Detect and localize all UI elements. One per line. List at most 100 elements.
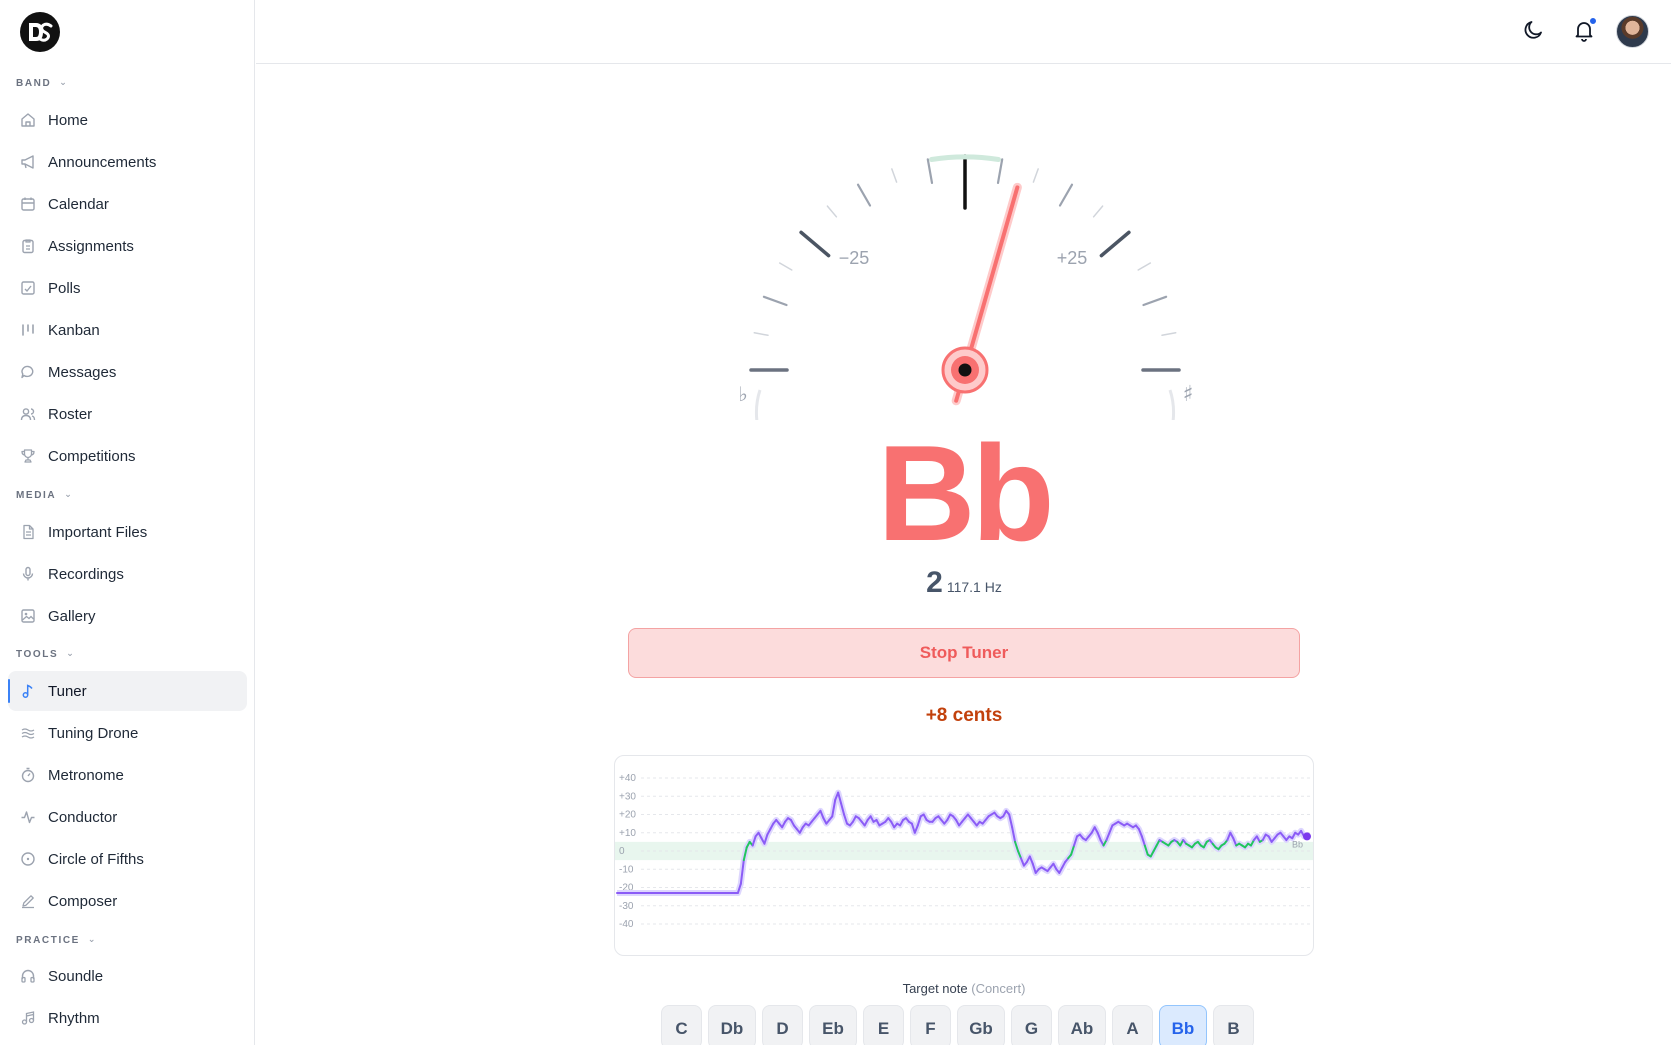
target-note-button-ab[interactable]: Ab	[1058, 1005, 1106, 1045]
pitch-history-plot: +40+30+20+100-10-20-30-40Bb	[615, 773, 1313, 930]
gauge-tick	[1058, 183, 1074, 207]
chevron-down-icon: ⌄	[87, 934, 98, 944]
music-notes-icon	[21, 1011, 35, 1025]
sidebar-item-label: Tuning Drone	[48, 724, 139, 742]
sidebar-item-kanban[interactable]: Kanban	[8, 310, 247, 350]
sidebar-item-label: Metronome	[48, 766, 124, 784]
gauge-minus-label: −25	[839, 248, 870, 268]
target-note-button-bb[interactable]: Bb	[1159, 1005, 1207, 1045]
sidebar-item-gallery[interactable]: Gallery	[8, 596, 247, 636]
moon-icon[interactable]	[1521, 18, 1545, 42]
top-bar	[256, 0, 1671, 64]
sidebar-item-tuner[interactable]: Tuner	[8, 671, 247, 711]
chevron-down-icon: ⌄	[59, 77, 69, 87]
section-label-media[interactable]: MEDIA ⌄	[16, 489, 74, 501]
target-note-button-gb[interactable]: Gb	[957, 1005, 1005, 1045]
sidebar-item-label: Competitions	[48, 447, 136, 465]
sidebar-item-label: Soundle	[48, 967, 104, 985]
y-tick-label: +40	[619, 773, 636, 784]
poll-icon	[21, 281, 35, 295]
file-icon	[23, 524, 34, 540]
target-note-button-g[interactable]: G	[1011, 1005, 1052, 1045]
pitch-history-chart: +40 +30 +20 +10 0 -10 -20 -30 -40 Bb	[614, 755, 1314, 956]
sidebar-item-label: Rhythm	[48, 1009, 100, 1027]
gauge-tick	[926, 158, 934, 185]
sidebar-item-messages[interactable]: Messages	[8, 352, 247, 392]
sidebar-item-competitions[interactable]: Competitions	[8, 436, 247, 476]
y-tick-label: -10	[619, 864, 634, 875]
target-note-button-eb[interactable]: Eb	[809, 1005, 857, 1045]
sidebar-item-conductor[interactable]: Conductor	[8, 797, 247, 837]
gauge-tick	[1137, 262, 1152, 271]
sidebar-item-assignments[interactable]: Assignments	[8, 226, 247, 266]
sidebar-item-label: Messages	[48, 363, 117, 381]
tuner-gauge: −25 +25 ♭ ♯	[738, 154, 1194, 420]
activity-icon	[21, 811, 35, 824]
circle-icon	[21, 852, 35, 866]
section-label-practice[interactable]: PRACTICE ⌄	[16, 934, 98, 946]
sidebar-item-label: Roster	[48, 405, 93, 423]
sidebar-item-tuning-drone[interactable]: Tuning Drone	[8, 713, 247, 753]
detected-note: Bb	[877, 417, 1054, 569]
timer-icon	[21, 767, 35, 783]
gauge-tick	[826, 205, 838, 218]
sidebar-item-polls[interactable]: Polls	[8, 268, 247, 308]
users-icon	[20, 408, 36, 421]
app-logo[interactable]	[20, 12, 60, 52]
gauge-tick	[1032, 168, 1039, 183]
sidebar-item-important-files[interactable]: Important Files	[8, 512, 247, 552]
gauge-tick	[799, 230, 831, 258]
gauge-tick	[996, 158, 1004, 185]
avatar[interactable]	[1616, 15, 1649, 48]
y-tick-label: -40	[619, 919, 634, 930]
calendar-icon	[21, 197, 35, 211]
message-icon	[21, 365, 34, 379]
sidebar-item-recordings[interactable]: Recordings	[8, 554, 247, 594]
gauge-plus-label: +25	[1057, 248, 1088, 268]
gauge-tick	[891, 168, 898, 183]
gauge-tick	[1099, 230, 1131, 258]
pen-icon	[22, 895, 34, 909]
sidebar-item-rhythm[interactable]: Rhythm	[8, 998, 247, 1038]
sidebar-item-circle-of-fifths[interactable]: Circle of Fifths	[8, 839, 247, 879]
current-point	[1303, 832, 1311, 841]
pitch-readout: 2 117.1 Hz	[864, 566, 1064, 600]
y-tick-label: +10	[619, 828, 636, 839]
sidebar-item-metronome[interactable]: Metronome	[8, 755, 247, 795]
stop-tuner-button[interactable]: Stop Tuner	[628, 628, 1300, 678]
sidebar-item-label: Kanban	[48, 321, 100, 339]
sidebar-item-composer[interactable]: Composer	[8, 881, 247, 921]
octave-number: 2	[926, 566, 943, 599]
sidebar-item-soundle[interactable]: Soundle	[8, 956, 247, 996]
target-note-button-e[interactable]: E	[863, 1005, 904, 1045]
sidebar-item-label: Gallery	[48, 607, 96, 625]
section-label-tools[interactable]: TOOLS ⌄	[16, 648, 75, 660]
target-note-button-c[interactable]: C	[661, 1005, 702, 1045]
section-label-band[interactable]: BAND ⌄	[16, 77, 69, 89]
sidebar: BAND ⌄ Home Announcements Calendar Assignment…	[0, 0, 255, 1045]
gauge-tick	[1142, 295, 1168, 307]
sidebar-item-home[interactable]: Home	[8, 100, 247, 140]
in-tune-zone	[929, 154, 1001, 162]
microphone-icon	[22, 566, 34, 581]
gauge-tick	[762, 295, 788, 307]
target-note-button-db[interactable]: Db	[708, 1005, 756, 1045]
chevron-down-icon: ⌄	[64, 489, 74, 499]
sidebar-item-roster[interactable]: Roster	[8, 394, 247, 434]
gauge-tick	[753, 332, 769, 337]
gauge-tick	[1092, 205, 1104, 218]
y-tick-label: +30	[619, 791, 636, 802]
target-note-button-b[interactable]: B	[1213, 1005, 1254, 1045]
y-tick-label: 0	[619, 846, 625, 857]
sidebar-item-calendar[interactable]: Calendar	[8, 184, 247, 224]
target-note-button-a[interactable]: A	[1112, 1005, 1153, 1045]
gauge-tick	[778, 262, 793, 271]
sidebar-item-announcements[interactable]: Announcements	[8, 142, 247, 182]
sidebar-item-label: Assignments	[48, 237, 134, 255]
target-note-button-f[interactable]: F	[910, 1005, 951, 1045]
target-note-button-d[interactable]: D	[762, 1005, 803, 1045]
y-tick-label: +20	[619, 810, 636, 821]
headphones-icon	[21, 969, 35, 983]
y-tick-label: -30	[619, 901, 634, 912]
sharp-symbol: ♯	[1183, 382, 1194, 407]
